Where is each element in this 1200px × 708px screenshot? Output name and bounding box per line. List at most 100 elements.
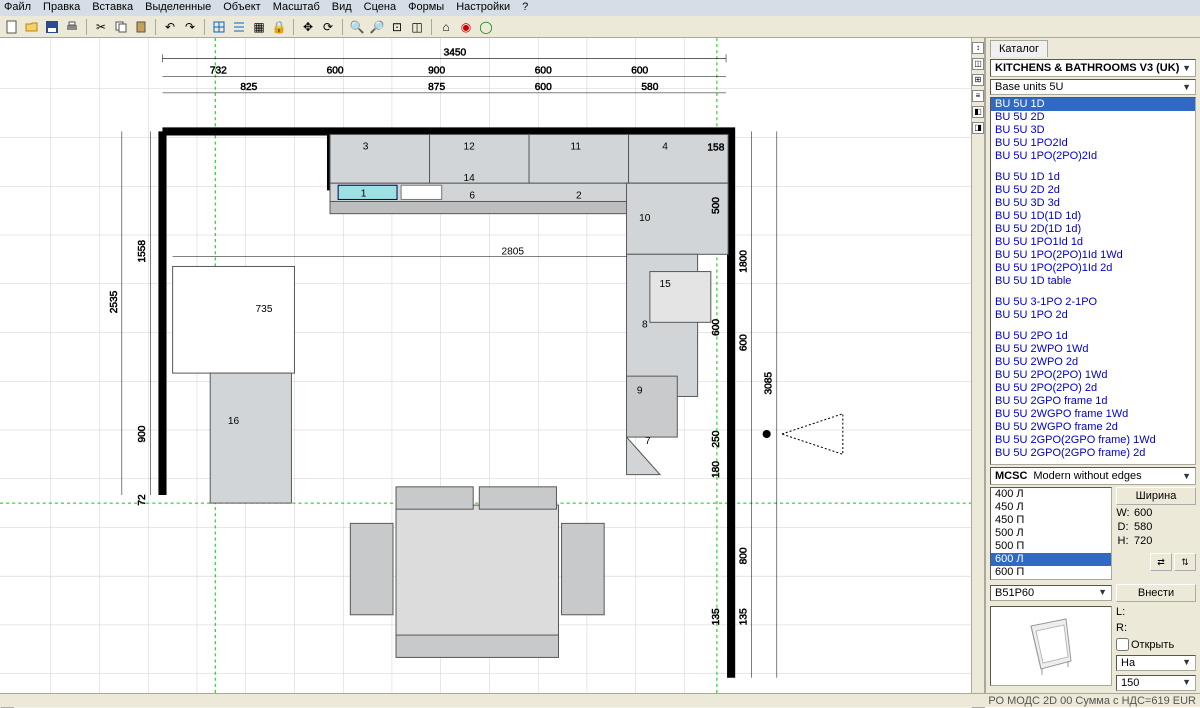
catalog-title-dropdown[interactable]: KITCHENS & BATHROOMS V3 (UK)▼ [990,59,1196,77]
undo-icon[interactable]: ↶ [162,19,178,35]
catalog-item[interactable]: BU 5U 2PO 1d [991,330,1195,343]
menu-scale[interactable]: Масштаб [273,1,320,15]
catalog-item[interactable]: BU 5U 3D 3d [991,197,1195,210]
flip-button[interactable]: ⇅ [1174,553,1196,571]
menu-selected[interactable]: Выделенные [145,1,211,15]
new-icon[interactable] [4,19,20,35]
menu-view[interactable]: Вид [332,1,352,15]
open-icon[interactable] [24,19,40,35]
grid-icon[interactable] [211,19,227,35]
catalog-item[interactable]: BU 5U 1PO2Id [991,137,1195,150]
size-item[interactable]: 500 П [991,540,1111,553]
vtool-5[interactable]: ◧ [972,106,984,118]
floorplan-svg: 3 12 11 4 14 6 2 1 10 8 15 9 7 16 [0,38,985,693]
zoom-window-icon[interactable]: ◫ [409,19,425,35]
layer-icon[interactable]: ▦ [251,19,267,35]
catalog-item[interactable]: BU 5U 2GPO(2GPO frame) 2d [991,447,1195,460]
catalog-item[interactable]: BU 5U 2D [991,111,1195,124]
svg-text:4: 4 [662,142,668,153]
svg-text:1800: 1800 [738,250,749,273]
svg-text:15: 15 [659,279,671,290]
size-item[interactable]: 450 П [991,514,1111,527]
catalog-item[interactable]: BU 5U 2WGPO frame 2d [991,421,1195,434]
mirror-button[interactable]: ⇄ [1150,553,1172,571]
menu-settings[interactable]: Настройки [456,1,510,15]
lock-icon[interactable]: 🔒 [271,19,287,35]
size-item[interactable]: 450 Л [991,501,1111,514]
size-item[interactable]: 600 Л [991,553,1111,566]
vtool-6[interactable]: ◨ [972,122,984,134]
paste-icon[interactable] [133,19,149,35]
cube-icon[interactable]: ◉ [458,19,474,35]
vtool-4[interactable]: ≡ [972,90,984,102]
size-item[interactable]: 600 П [991,566,1111,579]
preview-image [990,606,1112,686]
menu-forms[interactable]: Формы [408,1,444,15]
menu-edit[interactable]: Правка [43,1,80,15]
menu-insert[interactable]: Вставка [92,1,133,15]
catalog-item[interactable]: BU 5U 2PO(2PO) 2d [991,382,1195,395]
catalog-item[interactable]: BU 5U 2GPO frame 1d [991,395,1195,408]
zoom-out-icon[interactable]: 🔎 [369,19,385,35]
menu-object[interactable]: Объект [223,1,260,15]
width-button[interactable]: Ширина [1116,487,1196,505]
vtool-3[interactable]: ⊞ [972,74,984,86]
catalog-item[interactable]: BU 5U 1D table [991,275,1195,288]
catalog-item[interactable]: BU 5U 1PO1Id 1d [991,236,1195,249]
menu-file[interactable]: Файл [4,1,31,15]
vtool-1[interactable]: ↕ [972,42,984,54]
catalog-item[interactable]: BU 5U 2PO(2PO) 1Wd [991,369,1195,382]
catalog-item[interactable]: BU 5U 1PO(2PO)1Id 2d [991,262,1195,275]
catalog-item[interactable]: BU 5U 2WGPO frame 1Wd [991,408,1195,421]
catalog-item[interactable]: BU 5U 2WPO 1Wd [991,343,1195,356]
catalog-item[interactable]: BU 5U 2D(1D 1d) [991,223,1195,236]
catalog-item[interactable]: BU 5U 1PO 2d [991,309,1195,322]
catalog-item[interactable]: BU 5U 2GPO(2GPO frame) 1Wd [991,434,1195,447]
size-list[interactable]: 400 Л450 Л450 П500 Л500 П600 Л600 П [990,487,1112,580]
catalog-item[interactable]: BU 5U 1D 1d [991,171,1195,184]
catalog-item[interactable]: BU 5U 1PO(2PO)2Id [991,150,1195,163]
lines-icon[interactable] [231,19,247,35]
menu-scene[interactable]: Сцена [364,1,396,15]
svg-text:2805: 2805 [502,246,525,257]
catalog-item[interactable]: BU 5U 3-1PO 2-1PO [991,296,1195,309]
home-icon[interactable]: ⌂ [438,19,454,35]
svg-text:3: 3 [363,142,369,153]
category-dropdown[interactable]: Base units 5U▼ [990,79,1196,95]
open-checkbox[interactable] [1116,638,1129,651]
move-icon[interactable]: ✥ [300,19,316,35]
catalog-item[interactable]: BU 5U 3D [991,124,1195,137]
save-icon[interactable] [44,19,60,35]
catalog-item[interactable]: BU 5U 1PO(2PO)1Id 1Wd [991,249,1195,262]
catalog-item[interactable]: BU 5U 2WPO 2d [991,356,1195,369]
dd1[interactable]: Ha▼ [1116,655,1196,671]
insert-button[interactable]: Внести [1116,584,1196,602]
base-dropdown[interactable]: B51P60▼ [990,585,1112,601]
redo-icon[interactable]: ↷ [182,19,198,35]
workspace[interactable]: 3 12 11 4 14 6 2 1 10 8 15 9 7 16 [0,38,985,693]
catalog-item[interactable]: BU 5U 1D [991,98,1195,111]
size-item[interactable]: 500 Л [991,527,1111,540]
menu-help[interactable]: ? [522,1,528,15]
svg-text:11: 11 [570,142,581,153]
catalog-item[interactable]: BU 5U 1D(1D 1d) [991,210,1195,223]
svg-text:900: 900 [137,425,148,442]
catalog-tab[interactable]: Каталог [990,40,1048,57]
cut-icon[interactable]: ✂ [93,19,109,35]
vtool-2[interactable]: ◫ [972,58,984,70]
print-icon[interactable] [64,19,80,35]
catalog-item[interactable]: BU 5U 2D 2d [991,184,1195,197]
copy-icon[interactable] [113,19,129,35]
zoom-in-icon[interactable]: 🔍 [349,19,365,35]
catalog-list[interactable]: BU 5U 1DBU 5U 2DBU 5U 3DBU 5U 1PO2IdBU 5… [990,97,1196,465]
style-dropdown[interactable]: MCSCModern without edges▼ [990,467,1196,485]
svg-text:600: 600 [535,82,552,93]
spot-icon[interactable]: ◯ [478,19,494,35]
svg-text:10: 10 [639,213,651,224]
svg-text:3450: 3450 [444,47,467,58]
zoom-fit-icon[interactable]: ⊡ [389,19,405,35]
svg-text:6: 6 [469,190,475,201]
refresh-icon[interactable]: ⟳ [320,19,336,35]
size-item[interactable]: 400 Л [991,488,1111,501]
dd2[interactable]: 150▼ [1116,675,1196,691]
